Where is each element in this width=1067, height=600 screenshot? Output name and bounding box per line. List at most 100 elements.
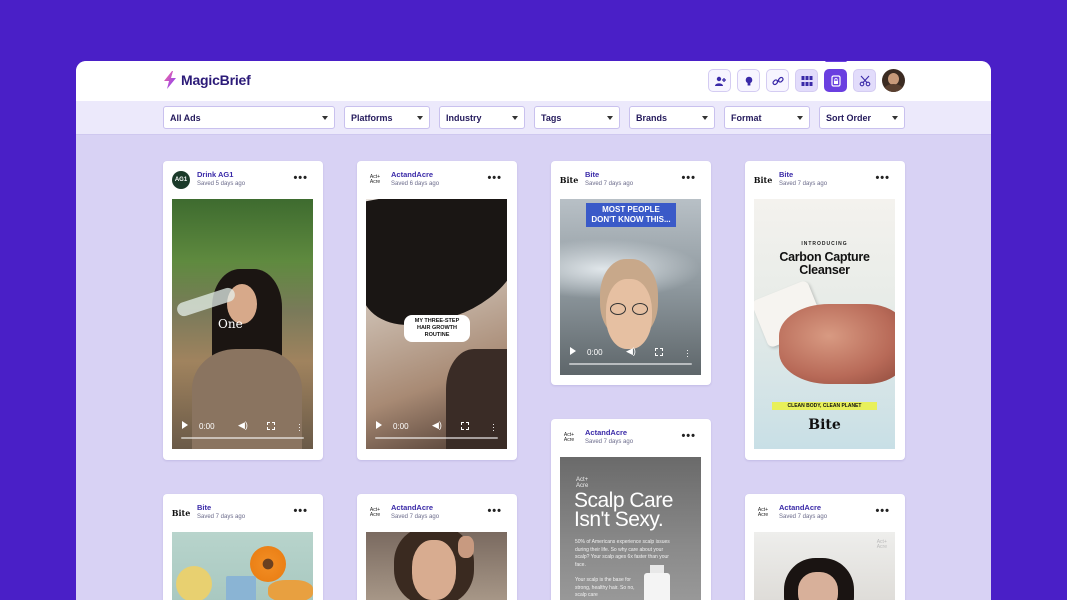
all-ads-dropdown[interactable]: All Ads xyxy=(163,106,335,129)
fruit-lemon xyxy=(176,566,212,600)
caret-down-icon xyxy=(322,115,328,120)
caret-down-icon xyxy=(607,115,613,120)
saved-time: Saved 7 days ago xyxy=(391,514,440,520)
sort-order-dropdown[interactable]: Sort Order xyxy=(819,106,905,129)
brand-name[interactable]: ActandAcre xyxy=(779,503,821,512)
grid-view-button[interactable] xyxy=(795,69,818,92)
ad-video[interactable]: Act+ Acre xyxy=(754,532,895,600)
more-options-icon[interactable]: ••• xyxy=(681,173,696,184)
ad-video[interactable]: MY THREE-STEP HAIR GROWTH ROUTINE 0:00 ◀… xyxy=(366,199,507,449)
caret-down-icon xyxy=(797,115,803,120)
ad-video[interactable]: One 0:00 ◀) · · · xyxy=(172,199,313,449)
card-header: AG1 Drink AG1 Saved 5 days ago ••• xyxy=(172,170,314,190)
fullscreen-icon[interactable] xyxy=(461,422,469,430)
ad-card[interactable]: Act+ Acre ActandAcre Saved 7 days ago ••… xyxy=(357,494,517,600)
more-options-icon[interactable]: ••• xyxy=(487,506,502,517)
brand-name[interactable]: ActandAcre xyxy=(391,503,433,512)
more-options-icon[interactable]: ••• xyxy=(875,173,890,184)
more-options-icon[interactable]: ••• xyxy=(293,173,308,184)
card-header: Act+ Acre ActandAcre Saved 7 days ago ••… xyxy=(366,503,508,523)
video-progress-bar[interactable] xyxy=(569,363,692,365)
ad-card[interactable]: Act+ Acre ActandAcre Saved 6 days ago ••… xyxy=(357,161,517,460)
fullscreen-icon[interactable] xyxy=(267,422,275,430)
brand-name[interactable]: Bite xyxy=(779,170,793,179)
industry-dropdown[interactable]: Industry xyxy=(439,106,525,129)
ad-card[interactable]: AG1 Drink AG1 Saved 5 days ago ••• One 0… xyxy=(163,161,323,460)
volume-icon[interactable]: ◀) xyxy=(238,420,248,431)
app-logo[interactable]: MagicBrief xyxy=(163,71,251,89)
volume-icon[interactable]: ◀) xyxy=(432,420,442,431)
video-menu-icon[interactable]: · · · xyxy=(686,346,689,361)
brand-logo: Act+ Acre xyxy=(366,504,384,522)
video-progress-bar[interactable] xyxy=(181,437,304,439)
insights-button[interactable] xyxy=(737,69,760,92)
caret-down-icon xyxy=(702,115,708,120)
ad-image[interactable]: Act+ Acre Scalp Care Isn't Sexy. 50% of … xyxy=(560,457,701,600)
dropdown-label: Sort Order xyxy=(826,112,872,123)
brand-name[interactable]: Drink AG1 xyxy=(197,170,233,179)
video-controls: 0:00 ◀) · · · xyxy=(172,415,313,449)
brand-name[interactable]: ActandAcre xyxy=(391,170,433,179)
saved-time: Saved 7 days ago xyxy=(779,514,828,520)
link-icon xyxy=(771,76,784,85)
ad-caption: MY THREE-STEP HAIR GROWTH ROUTINE xyxy=(404,315,470,342)
ad-card[interactable]: Bite Bite Saved 7 days ago ••• MOST PEOP… xyxy=(551,161,711,385)
app-window: MagicBrief All Ads Platforms Industry Ta… xyxy=(76,61,991,600)
top-header: MagicBrief xyxy=(76,61,991,101)
card-header: Act+ Acre ActandAcre Saved 7 days ago ••… xyxy=(754,503,896,523)
brand-name[interactable]: ActandAcre xyxy=(585,428,627,437)
ad-card[interactable]: Act+ Acre ActandAcre Saved 7 days ago ••… xyxy=(551,419,711,600)
dropdown-label: All Ads xyxy=(170,112,201,123)
ad-headline: Carbon Capture Cleanser xyxy=(779,250,870,277)
ad-card[interactable]: Act+ Acre ActandAcre Saved 7 days ago ••… xyxy=(745,494,905,600)
brands-dropdown[interactable]: Brands xyxy=(629,106,715,129)
video-progress-bar[interactable] xyxy=(375,437,498,439)
hands xyxy=(779,304,895,384)
more-options-icon[interactable]: ••• xyxy=(293,506,308,517)
brand-logo-text: Act+ Acre xyxy=(563,432,575,443)
caret-down-icon xyxy=(892,115,898,120)
more-options-icon[interactable]: ••• xyxy=(875,506,890,517)
invite-user-button[interactable] xyxy=(708,69,731,92)
share-link-button[interactable] xyxy=(766,69,789,92)
brand-name[interactable]: Bite xyxy=(585,170,599,179)
platforms-dropdown[interactable]: Platforms xyxy=(344,106,430,129)
format-dropdown[interactable]: Format xyxy=(724,106,810,129)
brand-logo: Bite xyxy=(171,508,191,518)
video-time: 0:00 xyxy=(393,422,409,431)
more-options-icon[interactable]: ••• xyxy=(681,431,696,442)
ad-headline: Scalp Care Isn't Sexy. xyxy=(574,489,673,531)
ad-image[interactable] xyxy=(172,532,313,600)
ad-card[interactable]: Bite Bite Saved 7 days ago ••• xyxy=(163,494,323,600)
ad-video[interactable] xyxy=(366,532,507,600)
brand-logo: Bite xyxy=(753,175,773,185)
card-header: Bite Bite Saved 7 days ago ••• xyxy=(754,170,896,190)
volume-icon[interactable]: ◀) xyxy=(626,346,636,357)
tags-dropdown[interactable]: Tags xyxy=(534,106,620,129)
ad-card[interactable]: Bite Bite Saved 7 days ago ••• INTRODUCI… xyxy=(745,161,905,460)
video-menu-icon[interactable]: · · · xyxy=(298,420,301,435)
more-options-icon[interactable]: ••• xyxy=(487,173,502,184)
card-header: Bite Bite Saved 7 days ago ••• xyxy=(560,170,702,190)
play-icon[interactable] xyxy=(570,347,576,355)
ad-video[interactable]: MOST PEOPLE DON'T KNOW THIS... 0:00 ◀) ·… xyxy=(560,199,701,375)
glasses-right xyxy=(632,303,648,315)
video-controls: 0:00 ◀) · · · xyxy=(560,341,701,375)
play-icon[interactable] xyxy=(376,421,382,429)
scissors-icon xyxy=(859,75,870,86)
ad-image[interactable]: INTRODUCING Carbon Capture Cleanser CLEA… xyxy=(754,199,895,449)
fullscreen-icon[interactable] xyxy=(655,348,663,356)
clip-tool-button[interactable] xyxy=(853,69,876,92)
brand-name[interactable]: Bite xyxy=(197,503,211,512)
dropdown-label: Brands xyxy=(636,112,668,123)
private-board-button[interactable] xyxy=(824,69,847,92)
add-user-icon xyxy=(714,76,726,86)
play-icon[interactable] xyxy=(182,421,188,429)
brand-logo: Bite xyxy=(559,175,579,185)
brand-logo: Act+ Acre xyxy=(366,171,384,189)
video-menu-icon[interactable]: · · · xyxy=(492,420,495,435)
product-box xyxy=(226,576,256,600)
user-avatar[interactable] xyxy=(882,69,905,92)
dropdown-label: Tags xyxy=(541,112,562,123)
brand-logo-text: Act+ Acre xyxy=(369,174,381,185)
